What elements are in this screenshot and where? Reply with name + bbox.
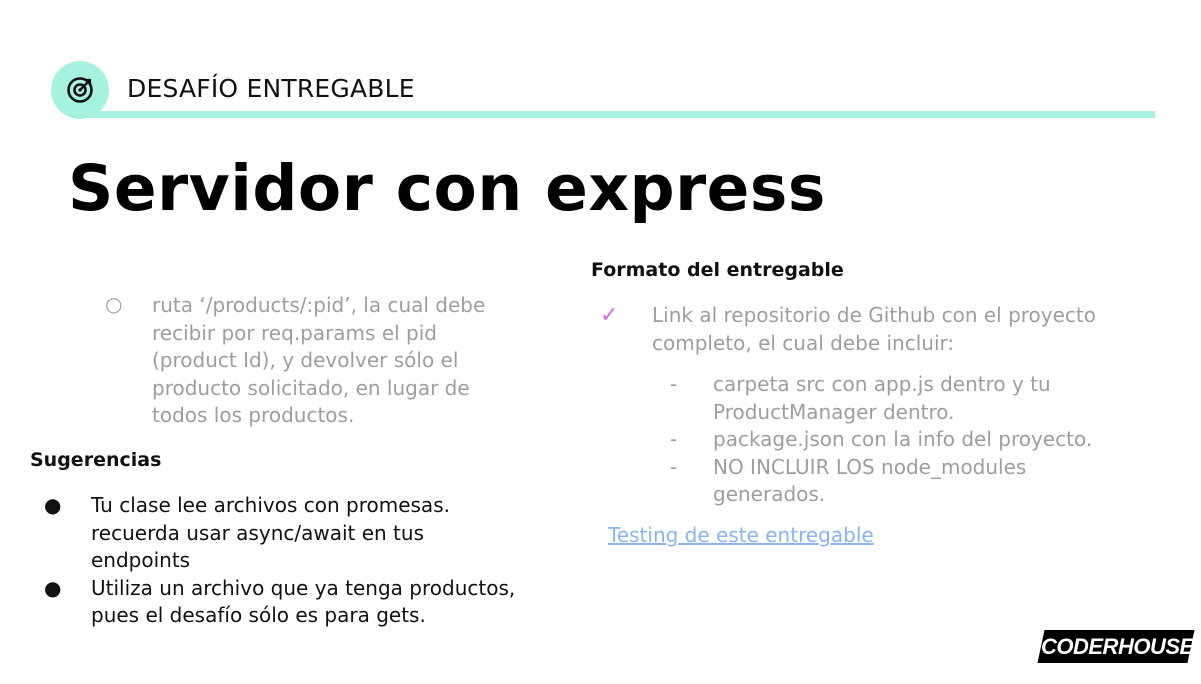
list-item: - carpeta src con app.js dentro y tu Pro… bbox=[670, 371, 1140, 426]
bullet-dot-icon: ● bbox=[44, 493, 62, 517]
suggestion-text: Utiliza un archivo que ya tenga producto… bbox=[91, 575, 516, 628]
format-sub-text: NO INCLUIR LOS node_modules generados. bbox=[713, 454, 1027, 507]
header-underline bbox=[84, 111, 1155, 118]
route-description: ruta ‘/products/:pid’, la cual debe reci… bbox=[152, 293, 486, 427]
logo-text: CODERHOUSE bbox=[1041, 634, 1194, 659]
header-icon-badge bbox=[51, 61, 109, 119]
section-label: DESAFÍO ENTREGABLE bbox=[127, 74, 415, 103]
format-sub-list: - carpeta src con app.js dentro y tu Pro… bbox=[670, 371, 1140, 509]
testing-link[interactable]: Testing de este entregable bbox=[608, 523, 874, 547]
page-title: Servidor con express bbox=[68, 152, 826, 225]
suggestions-list: ● Tu clase lee archivos con promesas. re… bbox=[44, 492, 524, 630]
list-item: ● Tu clase lee archivos con promesas. re… bbox=[44, 492, 524, 575]
dash-bullet-icon: - bbox=[670, 372, 678, 396]
hollow-bullet-icon: ○ bbox=[105, 292, 123, 316]
list-item: - NO INCLUIR LOS node_modules generados. bbox=[670, 454, 1140, 509]
format-heading: Formato del entregable bbox=[591, 259, 844, 281]
format-sub-text: package.json con la info del proyecto. bbox=[713, 427, 1093, 451]
list-item: - package.json con la info del proyecto. bbox=[670, 426, 1140, 454]
dash-bullet-icon: - bbox=[670, 454, 678, 479]
suggestions-heading: Sugerencias bbox=[30, 449, 162, 471]
format-main-item: ✓ Link al repositorio de Github con el p… bbox=[600, 302, 1120, 357]
check-icon: ✓ bbox=[600, 303, 619, 328]
dash-bullet-icon: - bbox=[670, 427, 678, 451]
format-sub-text: carpeta src con app.js dentro y tu Produ… bbox=[713, 372, 1051, 424]
bullet-dot-icon: ● bbox=[44, 575, 62, 600]
coderhouse-logo: CODERHOUSE bbox=[1037, 630, 1195, 663]
target-icon bbox=[67, 77, 93, 103]
suggestion-text: Tu clase lee archivos con promesas. recu… bbox=[91, 493, 450, 572]
format-main-text: Link al repositorio de Github con el pro… bbox=[652, 303, 1097, 355]
list-item: ● Utiliza un archivo que ya tenga produc… bbox=[44, 575, 524, 630]
